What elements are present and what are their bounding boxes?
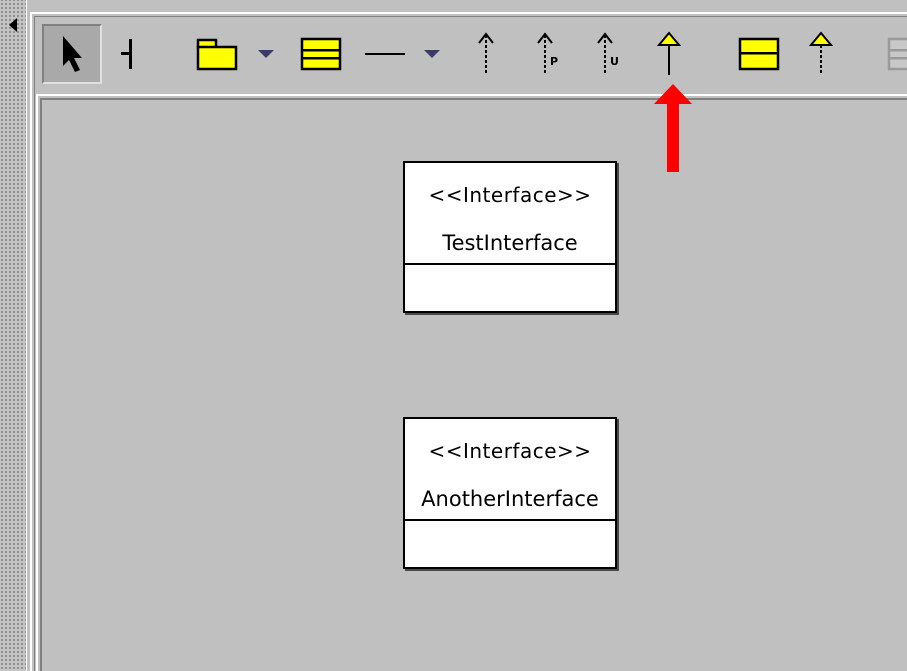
dashed-arrow-u-icon: U bbox=[593, 31, 623, 77]
folder-package-icon bbox=[195, 36, 239, 72]
class-box-icon bbox=[299, 36, 343, 72]
grayed-box-icon bbox=[886, 36, 907, 72]
dependency-usage-tool-button[interactable]: U bbox=[592, 24, 624, 84]
realization-arrow-icon bbox=[655, 31, 683, 77]
interface-stereotype: <<Interface>> bbox=[428, 183, 592, 207]
interface-node[interactable]: <<Interface>> TestInterface bbox=[403, 161, 617, 313]
anchor-line-icon bbox=[118, 37, 138, 71]
more-tool-button[interactable] bbox=[886, 24, 907, 84]
interface-name: AnotherInterface bbox=[421, 487, 599, 511]
interface-tool-button[interactable] bbox=[736, 24, 782, 84]
interface-box-icon bbox=[737, 36, 781, 72]
anchor-tool-button[interactable] bbox=[114, 24, 142, 84]
realization-tool-button[interactable] bbox=[806, 24, 836, 84]
interface-node[interactable]: <<Interface>> AnotherInterface bbox=[403, 417, 617, 569]
chevron-down-icon bbox=[422, 48, 442, 60]
package-tool-button[interactable] bbox=[194, 24, 240, 84]
interface-name: TestInterface bbox=[442, 231, 578, 255]
red-pointer-arrow-icon bbox=[654, 84, 692, 172]
association-tool-button[interactable] bbox=[362, 24, 408, 84]
dependency-tool-button[interactable] bbox=[472, 24, 500, 84]
interface-compartment-divider bbox=[405, 263, 615, 265]
dashed-arrow-icon bbox=[474, 31, 498, 77]
dependency-permission-tool-button[interactable]: P bbox=[532, 24, 564, 84]
class-tool-button[interactable] bbox=[298, 24, 344, 84]
collapse-left-icon[interactable] bbox=[9, 18, 17, 32]
diagram-toolbar: P U bbox=[36, 18, 907, 90]
generalization-tool-button[interactable] bbox=[654, 24, 684, 84]
line-association-icon bbox=[363, 49, 407, 59]
pointer-arrow-icon bbox=[59, 34, 85, 74]
chevron-down-icon bbox=[256, 48, 276, 60]
package-dropdown-button[interactable] bbox=[254, 24, 278, 84]
association-dropdown-button[interactable] bbox=[420, 24, 444, 84]
interface-stereotype: <<Interface>> bbox=[428, 439, 592, 463]
dashed-realization-arrow-icon bbox=[807, 31, 835, 77]
svg-text:P: P bbox=[550, 55, 558, 68]
dashed-arrow-p-icon: P bbox=[533, 31, 563, 77]
select-tool-button[interactable] bbox=[42, 24, 102, 84]
interface-compartment-divider bbox=[405, 519, 615, 521]
svg-text:U: U bbox=[610, 55, 619, 68]
